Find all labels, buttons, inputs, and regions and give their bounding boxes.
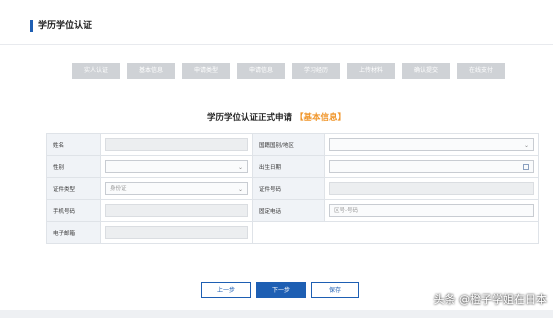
step-item[interactable]: 基本信息 [127, 63, 175, 79]
gender-select[interactable]: ⌄ [105, 160, 248, 173]
landline-placeholder: 区号-号码 [334, 208, 358, 214]
page-card: 学历学位认证 实人认证 基本信息 申请类型 申请信息 学习经历 上传材料 确认提… [0, 0, 553, 318]
id-type-value: 身份证 [110, 186, 127, 192]
landline-input[interactable]: 区号-号码 [329, 204, 534, 217]
mobile-label: 手机号码 [46, 199, 101, 222]
name-cell [100, 133, 253, 156]
email-cell [100, 221, 253, 244]
nationality-cell: ⌄ [324, 133, 539, 156]
title-accent-bar [30, 20, 33, 32]
step-item[interactable]: 申请类型 [182, 63, 230, 79]
chevron-down-icon: ⌄ [237, 164, 243, 171]
form-title: 学历学位认证正式申请 【基本信息】 [0, 111, 553, 123]
landline-label: 固定电话 [252, 199, 325, 222]
watermark: 头条 @橙子学姐在日本 [433, 293, 548, 306]
save-button[interactable]: 保存 [311, 282, 359, 298]
form-row: 姓名 国籍国别/地区 ⌄ [46, 133, 539, 156]
id-type-label: 证件类型 [46, 177, 101, 200]
birthdate-cell [324, 155, 539, 178]
name-input[interactable] [105, 138, 248, 151]
id-type-cell: 身份证 ⌄ [100, 177, 253, 200]
prev-button[interactable]: 上一步 [201, 282, 251, 298]
form-row: 性别 ⌄ 出生日期 [46, 155, 539, 178]
gender-label: 性别 [46, 155, 101, 178]
id-number-input[interactable] [329, 182, 534, 195]
section-title: 学历学位认证 [38, 21, 93, 31]
birthdate-label: 出生日期 [252, 155, 325, 178]
calendar-icon [523, 164, 529, 170]
mobile-input[interactable] [105, 204, 248, 217]
mobile-cell [100, 199, 253, 222]
step-item[interactable]: 实人认证 [72, 63, 120, 79]
step-item[interactable]: 确认提交 [402, 63, 450, 79]
step-item[interactable]: 在线支付 [457, 63, 505, 79]
id-type-select[interactable]: 身份证 ⌄ [105, 182, 248, 195]
birthdate-input[interactable] [329, 160, 534, 173]
id-number-cell [324, 177, 539, 200]
next-button[interactable]: 下一步 [256, 282, 306, 298]
email-input[interactable] [105, 226, 248, 239]
page-header: 学历学位认证 [0, 0, 553, 45]
chevron-down-icon: ⌄ [523, 142, 529, 149]
nationality-select[interactable]: ⌄ [329, 138, 534, 151]
form-title-highlight: 【基本信息】 [294, 113, 346, 123]
step-item[interactable]: 申请信息 [237, 63, 285, 79]
form-row: 电子邮箱 [46, 221, 539, 244]
id-number-label: 证件号码 [252, 177, 325, 200]
name-label: 姓名 [46, 133, 101, 156]
step-item[interactable]: 学习经历 [292, 63, 340, 79]
email-label: 电子邮箱 [46, 221, 101, 244]
nationality-label: 国籍国别/地区 [252, 133, 325, 156]
gender-cell: ⌄ [100, 155, 253, 178]
empty-cell [252, 221, 539, 244]
chevron-down-icon: ⌄ [237, 186, 243, 193]
basic-info-form: 姓名 国籍国别/地区 ⌄ 性别 ⌄ 出生日期 证件类型 身份证 ⌄ 证件号码 手机… [46, 133, 539, 244]
step-progress: 实人认证 基本信息 申请类型 申请信息 学习经历 上传材料 确认提交 在线支付 [72, 63, 505, 80]
form-row: 证件类型 身份证 ⌄ 证件号码 [46, 177, 539, 200]
landline-cell: 区号-号码 [324, 199, 539, 222]
form-row: 手机号码 固定电话 区号-号码 [46, 199, 539, 222]
step-item[interactable]: 上传材料 [347, 63, 395, 79]
form-title-text: 学历学位认证正式申请 [207, 113, 293, 123]
bottom-strip [0, 310, 553, 318]
